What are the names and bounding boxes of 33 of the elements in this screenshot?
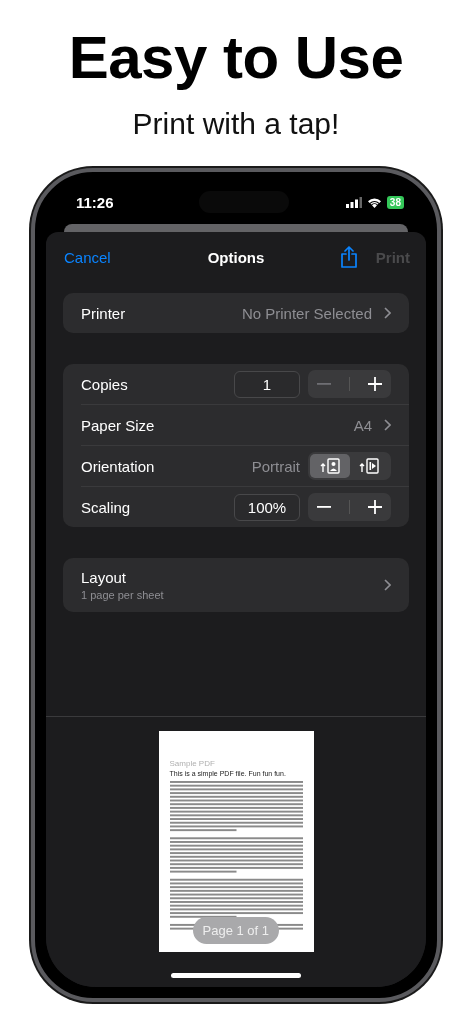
- stepper-control[interactable]: [308, 370, 391, 398]
- document-title: Sample PDF: [169, 759, 216, 769]
- signal-icon: [345, 196, 362, 208]
- row-value: Portrait: [251, 457, 300, 475]
- value-field[interactable]: 100%: [234, 493, 300, 521]
- row-value: No Printer Selected: [241, 304, 372, 322]
- chevron-icon: [384, 579, 391, 591]
- share-icon[interactable]: [339, 246, 358, 268]
- stepper-control[interactable]: [308, 493, 391, 521]
- row-label: Copies: [81, 375, 129, 393]
- plus-icon[interactable]: [368, 377, 382, 391]
- portrait-icon: [319, 458, 340, 474]
- chevron-icon: [384, 419, 391, 431]
- sheet-title: Options: [207, 248, 265, 266]
- subheadline: Print with a tap!: [132, 106, 340, 142]
- row-value: A4: [353, 416, 372, 434]
- row-label: Scaling: [81, 498, 132, 516]
- landscape-icon: [359, 458, 380, 474]
- plus-icon[interactable]: [368, 500, 382, 514]
- headline: Easy to Use: [68, 26, 404, 90]
- row-detail: 1 page per sheet: [81, 589, 165, 601]
- value-field[interactable]: 1: [234, 370, 300, 398]
- status-time: 11:26: [76, 193, 114, 211]
- cancel-button[interactable]: Cancel: [64, 248, 111, 266]
- chevron-icon: [384, 307, 391, 319]
- row-label: Printer: [81, 304, 127, 322]
- page-count-badge: Page 1 of 1: [192, 917, 279, 944]
- portrait-button[interactable]: [310, 454, 350, 478]
- row-label: Orientation: [81, 457, 156, 475]
- row-label: Paper Size: [81, 416, 156, 434]
- row-label: Layout: [81, 569, 128, 586]
- battery-indicator: 38: [386, 195, 404, 209]
- wifi-icon: [366, 196, 382, 208]
